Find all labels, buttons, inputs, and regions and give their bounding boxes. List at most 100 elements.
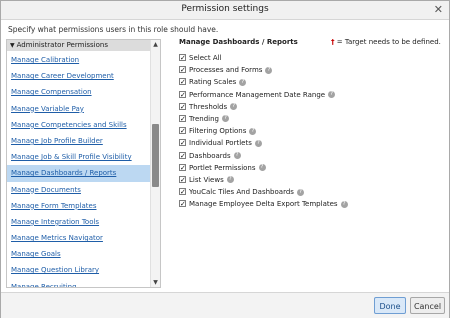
sidebar-item[interactable]: Manage Job Profile Builder [7, 133, 150, 149]
permission-category-panel: ▼ Administrator Permissions Manage Calibr… [6, 39, 161, 288]
help-icon[interactable]: ? [226, 176, 234, 184]
permission-text: List Views [189, 175, 224, 184]
target-legend: † = Target needs to be defined. [331, 38, 441, 46]
permission-label: Filtering Options? [189, 125, 257, 137]
permission-checkbox[interactable]: ✓ [179, 151, 186, 159]
permission-checkbox[interactable]: ✓ [179, 188, 186, 196]
permission-label: Performance Management Date Range? [189, 89, 336, 101]
sidebar-item[interactable]: Manage Metrics Navigator [7, 230, 150, 246]
permission-label: Individual Portlets? [189, 137, 262, 149]
permission-row: ✓ Dashboards? [177, 150, 445, 162]
sidebar-item[interactable]: Manage Competencies and Skills [7, 117, 150, 133]
permission-text: Manage Employee Delta Export Templates [189, 200, 338, 209]
sidebar-item[interactable]: Manage Job & Skill Profile Visibility [7, 149, 150, 165]
permission-row: ✓ Filtering Options? [177, 125, 445, 137]
permission-row: ✓ List Views? [177, 174, 445, 186]
permission-checkbox[interactable]: ✓ [179, 54, 186, 62]
scrollbar-thumb[interactable] [152, 124, 159, 187]
sidebar-item[interactable]: Manage Documents [7, 182, 150, 198]
permission-text: Individual Portlets [189, 139, 252, 148]
permission-row: ✓ Performance Management Date Range? [177, 89, 445, 101]
permission-list: ✓ Select All ✓ Processes and Forms? ✓ Rating … [177, 52, 445, 210]
permission-label: Portlet Permissions? [189, 162, 266, 174]
dialog-titlebar: Permission settings ✕ [1, 1, 449, 20]
close-icon[interactable]: ✕ [434, 3, 443, 16]
sidebar-item[interactable]: Manage Recruiting [7, 279, 150, 287]
permission-text: Thresholds [189, 102, 228, 111]
category-item-list: Manage Calibration Manage Career Developm… [7, 52, 150, 287]
permission-checkbox[interactable]: ✓ [179, 90, 186, 98]
help-icon[interactable]: ? [254, 139, 262, 147]
permission-row: ✓ YouCalc Tiles And Dashboards? [177, 186, 445, 198]
scroll-down-icon[interactable]: ▼ [151, 278, 160, 287]
target-star: † [331, 38, 335, 46]
permission-text: Performance Management Date Range [189, 90, 326, 99]
help-icon[interactable]: ? [265, 66, 273, 74]
permission-checkbox[interactable]: ✓ [179, 127, 186, 135]
triangle-down-icon: ▼ [10, 42, 15, 49]
help-icon[interactable]: ? [221, 115, 229, 123]
section-header: Manage Dashboards / Reports [179, 38, 298, 46]
permission-checkbox[interactable]: ✓ [179, 78, 186, 86]
permission-settings-dialog: Permission settings ✕ Specify what permi… [0, 0, 450, 318]
permission-text: Trending [189, 114, 219, 123]
help-icon[interactable]: ? [233, 152, 241, 159]
permission-label: List Views? [189, 174, 234, 186]
scroll-up-icon[interactable]: ▲ [151, 40, 160, 49]
cancel-button[interactable]: Cancel [410, 297, 445, 314]
permission-label: Select All [189, 52, 222, 64]
category-label: Administrator Permissions [16, 41, 108, 49]
permission-row: ✓ Processes and Forms? [177, 64, 445, 76]
help-icon[interactable]: ? [328, 91, 336, 99]
permission-row: ✓ Select All [177, 52, 445, 64]
permission-row: ✓ Thresholds? [177, 101, 445, 113]
sidebar-item[interactable]: Manage Goals [7, 246, 150, 262]
permission-label: Processes and Forms? [189, 64, 273, 76]
help-icon[interactable]: ? [239, 78, 247, 86]
permission-text: Rating Scales [189, 78, 237, 87]
help-icon[interactable]: ? [258, 164, 266, 172]
permission-checkbox[interactable]: ✓ [179, 139, 186, 147]
help-icon[interactable]: ? [340, 200, 348, 208]
permission-checkbox[interactable]: ✓ [179, 175, 186, 183]
permission-text: Dashboards [189, 151, 231, 160]
help-icon[interactable]: ? [230, 103, 238, 111]
sidebar-item[interactable]: Manage Integration Tools [7, 214, 150, 230]
permission-label: YouCalc Tiles And Dashboards? [189, 186, 304, 198]
sidebar-item[interactable]: Manage Form Templates [7, 198, 150, 214]
permission-checkbox[interactable]: ✓ [179, 114, 186, 122]
permission-checkbox[interactable]: ✓ [179, 66, 186, 74]
done-button[interactable]: Done [374, 297, 406, 314]
permission-row: ✓ Trending? [177, 113, 445, 125]
permission-text: Portlet Permissions [189, 163, 256, 172]
sidebar-item[interactable]: Manage Compensation [7, 84, 150, 100]
permission-row: ✓ Individual Portlets? [177, 137, 445, 149]
left-scrollbar[interactable]: ▲ ▼ [150, 40, 160, 287]
sidebar-item[interactable]: Manage Dashboards / Reports [7, 165, 150, 182]
legend-text: = Target needs to be defined. [336, 38, 441, 46]
permission-row: ✓ Rating Scales? [177, 76, 445, 88]
sidebar-item[interactable]: Manage Career Development [7, 68, 150, 84]
dialog-footer: Done Cancel [1, 292, 449, 318]
permission-label: Rating Scales? [189, 76, 247, 88]
sidebar-item[interactable]: Manage Variable Pay [7, 101, 150, 117]
permission-text: Select All [189, 54, 222, 62]
permission-text: YouCalc Tiles And Dashboards [189, 188, 294, 197]
permission-checkbox[interactable]: ✓ [179, 200, 186, 208]
permission-label: Trending? [189, 113, 229, 125]
sidebar-item[interactable]: Manage Calibration [7, 52, 150, 68]
sidebar-item[interactable]: Manage Question Library [7, 262, 150, 278]
permission-checkbox[interactable]: ✓ [179, 102, 186, 110]
instruction-prefix: Specify what permissions users in this r… [8, 25, 219, 34]
instruction-text: Specify what permissions users in this r… [8, 25, 218, 34]
help-icon[interactable]: ? [249, 127, 257, 135]
permission-row: ✓ Portlet Permissions? [177, 162, 445, 174]
help-icon[interactable]: ? [296, 188, 304, 196]
permission-row: ✓ Manage Employee Delta Export Templates? [177, 198, 445, 210]
permission-checkbox[interactable]: ✓ [179, 163, 186, 171]
permission-label: Manage Employee Delta Export Templates? [189, 198, 348, 210]
category-header[interactable]: ▼ Administrator Permissions [7, 40, 150, 51]
permission-label: Dashboards? [189, 150, 241, 162]
dialog-title: Permission settings [181, 4, 269, 14]
permission-label: Thresholds? [189, 101, 238, 113]
